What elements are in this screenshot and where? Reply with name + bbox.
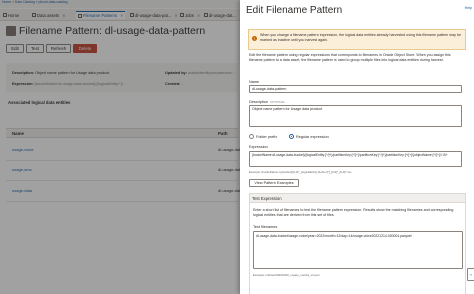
expression-label: Expression — [249, 145, 268, 149]
regular-expression-label: Regular expression — [296, 134, 329, 139]
test-filenames-textarea[interactable]: dl-usage-data-bucket/usage-voice/year=20… — [253, 231, 463, 269]
name-input[interactable]: dl-usage-data-pattern — [249, 85, 462, 93]
help-link[interactable]: Help — [465, 6, 472, 10]
name-label: Name — [249, 80, 260, 84]
warning-icon: ! — [252, 36, 257, 41]
test-expression-header[interactable]: Test Expression — [249, 193, 466, 203]
test-filenames-label: Test filenames — [253, 225, 278, 229]
expression-example: Example: {bucketName:mybucket}/{0-9}*_{l… — [249, 170, 352, 174]
folder-prefix-label: Folder prefix — [256, 134, 278, 139]
description-label: Description OPTIONAL — [249, 100, 285, 104]
optional-tag: OPTIONAL — [270, 100, 286, 104]
view-pattern-examples-button[interactable]: View Pattern Examples — [249, 179, 299, 187]
regular-expression-radio[interactable]: Regular expression — [289, 134, 329, 139]
drawer-title: Edit Filename Pattern — [246, 5, 343, 16]
warning-banner: ! When you change a filename pattern exp… — [248, 29, 466, 50]
warning-text: When you change a filename pattern expre… — [260, 33, 461, 42]
radio-icon — [249, 134, 254, 139]
radio-selected-icon — [289, 134, 294, 139]
description-textarea[interactable]: Object name pattern for Usage data produ… — [249, 105, 462, 127]
test-intro-text: Enter a short list of filenames to test … — [253, 208, 454, 217]
description-label-text: Description — [249, 100, 268, 104]
intro-text: Edit the filename pattern using regular … — [249, 53, 451, 62]
expand-arrow-icon[interactable]: ‹› — [467, 268, 474, 281]
test-filenames-example: Example: rcdfuser2020/2020_myapp_metrics… — [253, 273, 320, 277]
edit-filename-pattern-drawer: Edit Filename Pattern Help ! When you ch… — [240, 0, 474, 294]
folder-prefix-radio[interactable]: Folder prefix — [249, 134, 277, 139]
modal-scrim[interactable] — [0, 0, 240, 294]
expression-textarea[interactable]: {bucketName:dl-usage-data-bucket}/{logic… — [249, 151, 462, 167]
test-expression-panel: Enter a short list of filenames to test … — [249, 203, 466, 294]
